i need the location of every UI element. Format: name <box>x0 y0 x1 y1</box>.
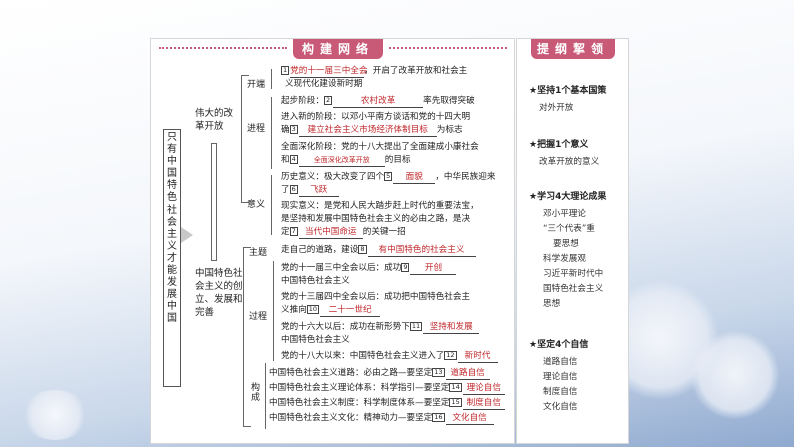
line-3a: 进入新的阶段：以邓小平南方谈话和党的十四大明 <box>281 112 471 122</box>
line-5b: 了 6 飞跃 <box>281 184 339 197</box>
tip-2-sub: 改革开放的意义 <box>539 157 600 167</box>
root-title: 只有中国特色社会主义才能发展中国 <box>163 129 181 387</box>
tip-4-sub-1: 道路自信 <box>543 357 578 367</box>
label-zhuti: 主题 <box>249 248 268 258</box>
blossom-decoration <box>20 390 90 440</box>
tip-3-sub-5: 习近平新时代中 <box>543 269 604 279</box>
tab-outline: 提纲挈领 <box>531 39 615 59</box>
bracket-tick <box>241 75 249 76</box>
tip-1: ★坚持1个基本国策 <box>529 86 607 96</box>
tip-4-sub-3: 制度自信 <box>543 387 578 397</box>
branch-connector <box>211 143 217 261</box>
label-kaiduan: 开端 <box>247 80 266 90</box>
sub-bracket <box>265 363 266 429</box>
label-yiyi: 意义 <box>247 200 266 210</box>
line-1: 1 党的十一届三中全会，开启了改革开放和社会主 <box>281 66 468 78</box>
line-9b: 义推向 10 二十一世纪 <box>281 304 381 317</box>
line-13: 中国特色社会主义理论体系：科学指引—要坚定 14 理论自信 <box>269 382 505 395</box>
tab-dots-left <box>159 47 287 53</box>
line-11: 党的十八大以来：中国特色社会主义进入了 12 新时代 <box>281 350 498 363</box>
bracket-reform <box>241 75 242 203</box>
tip-3: ★学习4大理论成果 <box>529 192 607 202</box>
tab-build-network: 构建网络 <box>293 39 383 59</box>
tip-3-sub-3: 要思想 <box>553 239 579 249</box>
line-15: 中国特色社会主义文化：精神动力—要坚定 16 文化自信 <box>269 412 494 425</box>
summary-panel: 提纲挈领 ★坚持1个基本国策 对外开放 ★把握1个意义 改革开放的意义 ★学习4… <box>516 38 629 444</box>
tip-3-sub-1: 邓小平理论 <box>543 209 586 219</box>
line-12: 中国特色社会主义道路：必由之路—要坚定 13 道路自信 <box>269 367 490 380</box>
line-10b: 中国特色社会主义 <box>281 335 350 345</box>
line-10a: 党的十六大以后：成功在新形势下 11 坚持和发展 <box>281 321 480 334</box>
label-guocheng: 过程 <box>249 312 268 322</box>
sub-bracket <box>271 97 272 169</box>
line-14: 中国特色社会主义制度：科学制度体系—要坚定 15 制度自信 <box>269 397 505 410</box>
line-1b: 义现代化建设新时期 <box>285 79 363 89</box>
line-9a: 党的十三届四中全会以后：成功把中国特色社会主 <box>281 292 471 302</box>
label-goucheng: 构成 <box>251 383 261 403</box>
branch-reform: 伟大的改革开放 <box>195 108 234 132</box>
sub-bracket <box>271 175 272 235</box>
mind-map-panel: 构建网络 只有中国特色社会主义才能发展中国 伟大的改革开放 中国特色社会主义的创… <box>150 38 515 444</box>
line-8b: 中国特色社会主义 <box>281 276 350 286</box>
line-3b: 确 3 建立社会主义市场经济体制目标 为标志 <box>281 125 463 137</box>
line-5a: 历史意义：极大改变了四个 5 面貌 ，中华民族迎来 <box>281 172 496 184</box>
label-jincheng: 进程 <box>247 124 266 134</box>
line-4a: 全面深化阶段：党的十八大提出了全面建成小康社会 <box>281 142 479 152</box>
line-7: 走自己的道路，建设 8 有中国特色的社会主义 <box>281 244 476 257</box>
line-4b: 和 4 全面深化改革开放 的目标 <box>281 155 411 167</box>
line-6b: 是坚持和发展中国特色社会主义的必由之路，是决 <box>281 214 471 224</box>
tip-2: ★把握1个意义 <box>529 140 589 150</box>
sub-bracket <box>271 69 272 89</box>
arrow-icon <box>181 227 193 243</box>
sub-bracket <box>273 261 274 361</box>
tip-3-sub-4: 科学发展观 <box>543 254 586 264</box>
tip-4-sub-4: 文化自信 <box>543 402 578 412</box>
tip-4: ★坚定4个自信 <box>529 340 589 350</box>
blossom-decoration <box>690 330 780 420</box>
tip-3-sub-2: “三个代表”重 <box>543 224 595 234</box>
line-6a: 现实意义：是党和人民大踏步赶上时代的重要法宝， <box>281 201 479 211</box>
bracket-socialism <box>243 247 244 427</box>
line-2: 起步阶段： 2 农村改革 率先取得突破 <box>281 96 475 108</box>
bracket-tick <box>243 426 251 427</box>
line-8a: 党的十一届三中全会以后：成功 9 开创 <box>281 262 457 275</box>
tip-3-sub-7: 思想 <box>543 299 561 309</box>
tip-1-sub: 对外开放 <box>539 103 574 113</box>
branch-socialism: 中国特色社会主义的创立、发展和完善 <box>195 268 243 318</box>
line-6c: 定 7 当代中国命运 的关键一招 <box>281 227 406 239</box>
tip-3-sub-6: 国特色社会主义 <box>543 284 604 294</box>
tab-dots-right <box>389 47 507 53</box>
tip-4-sub-2: 理论自信 <box>543 372 578 382</box>
